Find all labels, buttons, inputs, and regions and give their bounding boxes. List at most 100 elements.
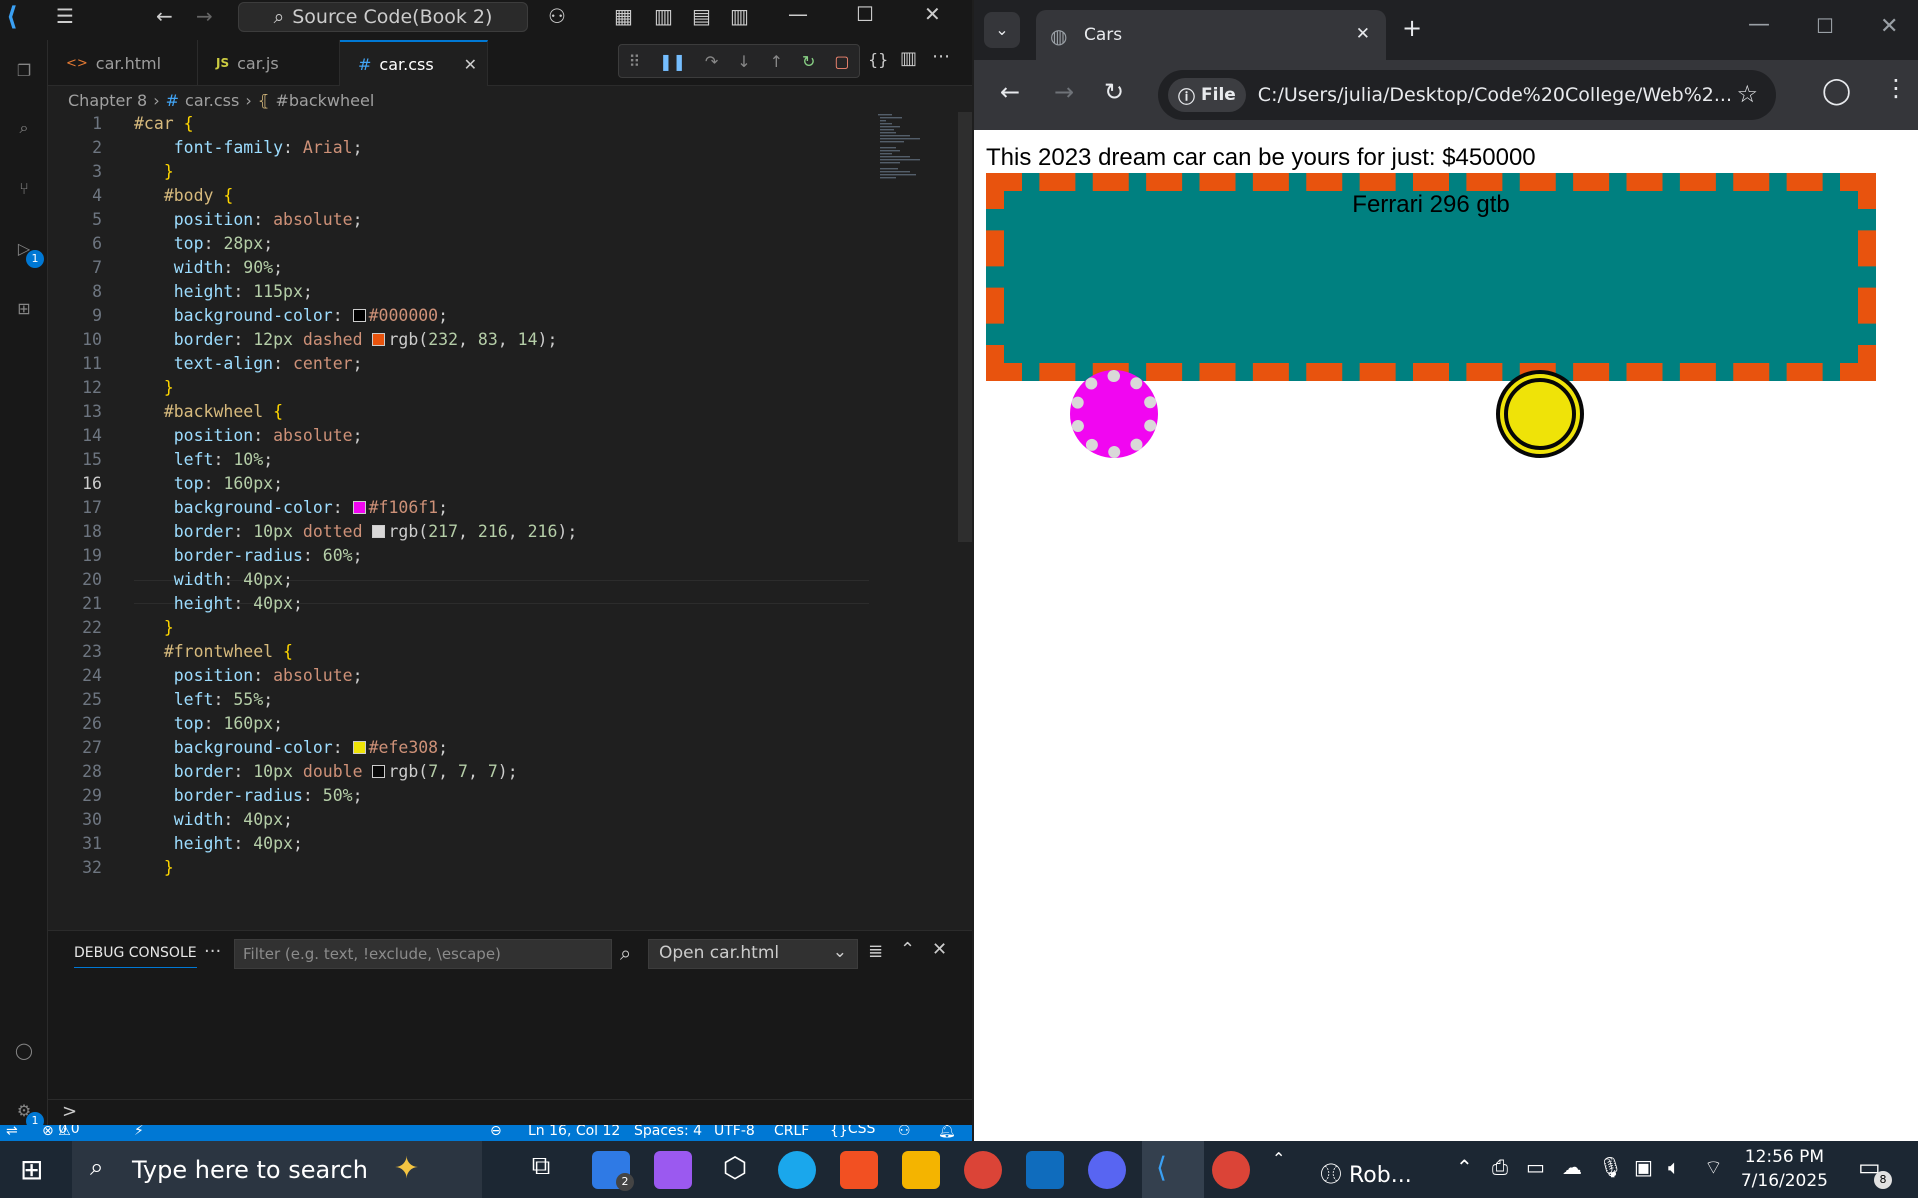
code-line[interactable]: 13 #backwheel { (48, 400, 868, 424)
notifications-bell-icon[interactable]: 🔔︎ (938, 1125, 956, 1139)
code-line[interactable]: 9 background-color: #000000; (48, 304, 868, 328)
taskbar-overflow-chevron-icon[interactable]: ⌃ (1272, 1149, 1285, 1168)
cloud-icon[interactable]: ☁ (1562, 1155, 1582, 1179)
run-debug-icon[interactable]: ▷ 1 (4, 228, 44, 268)
tab-search-chevron-icon[interactable]: ⌄ (984, 12, 1020, 48)
accounts-icon[interactable]: ◯ (4, 1030, 44, 1070)
code-line[interactable]: 29 border-radius: 50%; (48, 784, 868, 808)
outlook-icon[interactable] (1026, 1151, 1064, 1189)
editor-scrollbar[interactable] (958, 112, 972, 542)
windows-start-icon[interactable]: ⊞ (20, 1153, 43, 1186)
more-actions-icon[interactable]: ⋯ (932, 46, 950, 67)
command-center[interactable]: ⌕ Source Code(Book 2) (238, 2, 528, 32)
remote-icon[interactable]: ⇌ (6, 1125, 18, 1139)
code-line[interactable]: 19 border-radius: 60%; (48, 544, 868, 568)
tab-car-js[interactable]: JS car.js (198, 40, 340, 86)
back-arrow-icon[interactable]: ← (156, 4, 173, 28)
taskbar-search[interactable]: ⌕ Type here to search ✦ (72, 1141, 482, 1198)
edge-icon[interactable] (778, 1151, 816, 1189)
profile-icon[interactable]: ◯ (1822, 76, 1851, 106)
close-panel-icon[interactable]: ✕ (932, 939, 947, 960)
display-icon[interactable]: ▣ (1634, 1155, 1653, 1179)
code-line[interactable]: 4 #body { (48, 184, 868, 208)
code-line[interactable]: 10 border: 12px dashed rgb(232, 83, 14); (48, 328, 868, 352)
browser-tab-cars[interactable]: ◍ Cars ✕ (1036, 10, 1386, 60)
code-line[interactable]: 31 height: 40px; (48, 832, 868, 856)
color-swatch-icon[interactable] (372, 765, 386, 778)
language-mode[interactable]: {} CSS (830, 1125, 875, 1139)
code-line[interactable]: 14 position: absolute; (48, 424, 868, 448)
code-line[interactable]: 18 border: 10px dotted rgb(217, 216, 216… (48, 520, 868, 544)
step-out-icon[interactable]: ↑ (770, 52, 783, 71)
chrome-icon[interactable] (964, 1151, 1002, 1189)
stop-icon[interactable]: ▢ (834, 52, 849, 71)
code-line[interactable]: 2 font-family: Arial; (48, 136, 868, 160)
breadcrumb-file[interactable]: car.css (185, 91, 239, 110)
minimap[interactable] (876, 112, 928, 182)
color-swatch-icon[interactable] (372, 333, 386, 346)
zoom-icon[interactable]: ⊖ (490, 1125, 502, 1139)
minimize-icon[interactable]: — (788, 2, 808, 26)
color-swatch-icon[interactable] (352, 309, 366, 322)
volume-icon[interactable]: 🔈︎ (1668, 1155, 1680, 1179)
store-icon[interactable] (840, 1151, 878, 1189)
code-line[interactable]: 1 #car { (48, 112, 868, 136)
launch-config-select[interactable]: Open car.html ⌄ (648, 939, 858, 969)
cursor-position[interactable]: Ln 16, Col 12 (528, 1125, 620, 1139)
restart-icon[interactable]: ↻ (802, 52, 815, 71)
wifi-icon[interactable]: ⌔ (1704, 1155, 1723, 1180)
code-line[interactable]: 16 top: 160px; (48, 472, 868, 496)
indentation[interactable]: Spaces: 4 (634, 1125, 702, 1139)
panel-more-icon[interactable]: ··· (204, 941, 221, 962)
layout-icon[interactable]: ▦ (614, 4, 633, 28)
code-line[interactable]: 20 width: 40px; (48, 568, 868, 592)
search-view-icon[interactable]: ⌕ (4, 108, 44, 148)
code-line[interactable]: 21 height: 40px; (48, 592, 868, 616)
code-line[interactable]: 7 width: 90%; (48, 256, 868, 280)
cube-app-icon[interactable]: ⬡ (716, 1151, 754, 1189)
minimize-icon[interactable]: — (1748, 12, 1770, 37)
step-over-icon[interactable]: ↷ (705, 52, 718, 71)
color-swatch-icon[interactable] (372, 525, 386, 538)
code-line[interactable]: 30 width: 40px; (48, 808, 868, 832)
copilot-sparkle-icon[interactable]: ✦ (394, 1151, 419, 1186)
mail-app-icon[interactable]: 2 (592, 1151, 634, 1191)
address-bar[interactable]: ⓘ File C:/Users/julia/Desktop/Code%20Col… (1158, 70, 1776, 120)
console-prompt[interactable]: > (62, 1101, 77, 1122)
code-line[interactable]: 12 } (48, 376, 868, 400)
code-editor[interactable]: 1 #car {2 font-family: Arial; 3 } 4 #body {… (48, 112, 972, 930)
code-line[interactable]: 22 } (48, 616, 868, 640)
url-text[interactable]: C:/Users/julia/Desktop/Code%20College/We… (1258, 84, 1732, 106)
back-arrow-icon[interactable]: ← (1000, 78, 1020, 106)
forward-arrow-icon[interactable]: → (196, 4, 213, 28)
extensions-icon[interactable]: ⊞ (4, 288, 44, 328)
close-tab-icon[interactable]: ✕ (464, 55, 477, 74)
step-into-icon[interactable]: ↓ (737, 52, 750, 71)
problems-indicator[interactable]: ⊗ 0 ⚠ 0 (42, 1125, 80, 1139)
settings-gear-icon[interactable]: ⚙ 1 (4, 1090, 44, 1130)
new-tab-icon[interactable]: + (1402, 14, 1422, 42)
tab-car-html[interactable]: <> car.html (48, 40, 198, 86)
code-line[interactable]: 23 #frontwheel { (48, 640, 868, 664)
mlb-app[interactable]: ⚾︎ Rob... (1320, 1157, 1412, 1189)
copilot-status-icon[interactable]: ⚇ (898, 1125, 911, 1139)
code-line[interactable]: 5 position: absolute; (48, 208, 868, 232)
meet-now-icon[interactable]: ⎙ (1492, 1155, 1508, 1179)
code-line[interactable]: 15 left: 10%; (48, 448, 868, 472)
chrome-menu-icon[interactable]: ⋮ (1884, 74, 1908, 102)
forward-arrow-icon[interactable]: → (1054, 78, 1074, 106)
eol[interactable]: CRLF (774, 1125, 809, 1139)
code-line[interactable]: 8 height: 115px; (48, 280, 868, 304)
reload-icon[interactable]: ↻ (1104, 78, 1124, 106)
maximize-panel-icon[interactable]: ⌃ (900, 939, 915, 960)
color-swatch-icon[interactable] (352, 501, 366, 514)
site-info-chip[interactable]: ⓘ File (1168, 78, 1246, 112)
file-explorer-icon[interactable] (902, 1151, 940, 1189)
breadcrumb-symbol[interactable]: #backwheel (275, 91, 374, 110)
battery-icon[interactable]: ▭ (1526, 1155, 1545, 1179)
vscode-taskbar-icon[interactable]: ⟨ (1142, 1141, 1204, 1198)
toggle-sidebar-icon[interactable]: ▥ (654, 4, 673, 28)
code-line[interactable]: 32 } (48, 856, 868, 880)
maximize-icon[interactable]: ☐ (856, 2, 874, 26)
close-window-icon[interactable]: ✕ (924, 2, 941, 26)
